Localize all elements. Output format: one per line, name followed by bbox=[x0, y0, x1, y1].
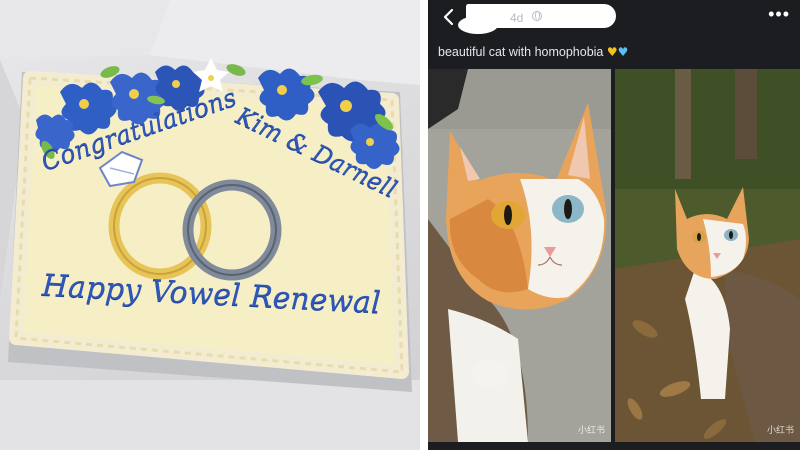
cake-illustration bbox=[0, 0, 420, 450]
yellow-heart-icon: ♥ bbox=[606, 45, 618, 59]
blue-heart-icon: ♥ bbox=[617, 45, 629, 59]
social-post: 4d ••• beautiful cat with homophobia ♥♥ bbox=[428, 0, 800, 450]
back-button[interactable] bbox=[438, 6, 460, 28]
cat-closeup-image bbox=[428, 69, 611, 442]
chevron-left-icon bbox=[443, 8, 454, 26]
cat-standing-image bbox=[615, 69, 800, 442]
post-header: 4d ••• bbox=[428, 0, 800, 34]
cake-photo: Congratulations Kim & Darnell Happy Vowe… bbox=[0, 0, 420, 450]
panel-divider bbox=[420, 0, 428, 450]
post-photo-2[interactable]: 小红书 bbox=[615, 69, 800, 442]
watermark-right: 小红书 bbox=[766, 425, 794, 435]
more-horizontal-icon: ••• bbox=[768, 4, 790, 24]
post-caption: beautiful cat with homophobia ♥♥ bbox=[438, 45, 628, 59]
post-time: 4d bbox=[510, 11, 524, 25]
more-options-button[interactable]: ••• bbox=[768, 4, 790, 24]
globe-icon bbox=[532, 11, 542, 21]
post-caption-text: beautiful cat with homophobia bbox=[438, 45, 604, 59]
post-photo-1[interactable]: 小红书 bbox=[428, 69, 611, 442]
watermark-left: 小红书 bbox=[577, 425, 605, 435]
